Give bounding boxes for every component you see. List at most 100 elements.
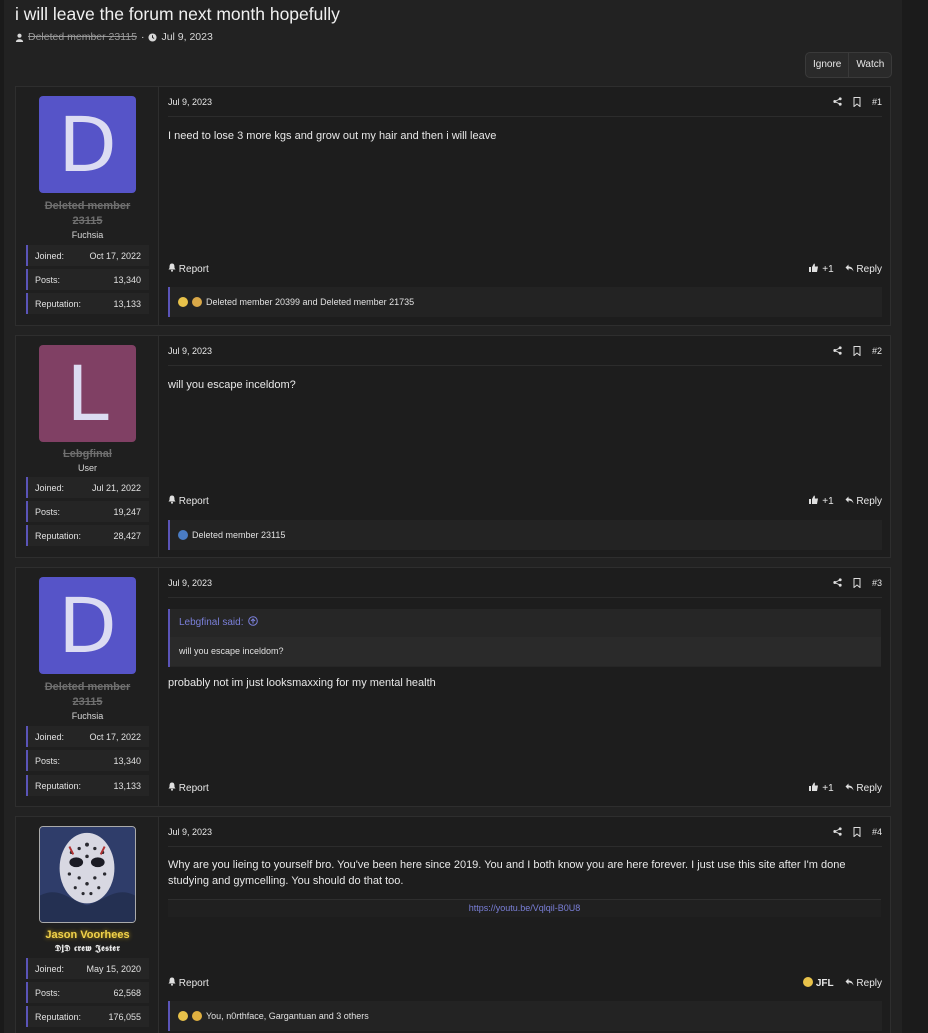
reply-label: Reply <box>856 495 882 507</box>
youtube-link[interactable]: https://youtu.be/Vqlqil-B0U8 <box>168 899 881 917</box>
reactions-text: You, n0rthface, Gargantuan and 3 others <box>206 1011 369 1021</box>
report-button[interactable]: Report <box>168 495 209 507</box>
stat-value: 13,133 <box>113 780 141 791</box>
stat-label: Reputation: <box>35 298 82 309</box>
reply-label: Reply <box>856 977 882 989</box>
share-icon[interactable] <box>833 578 842 587</box>
reply-button[interactable]: Reply <box>845 264 882 275</box>
stat-label: Reputation: <box>35 780 82 791</box>
plus-one-label: +1 <box>822 496 834 507</box>
post-body: will you escape inceldom? <box>168 379 296 391</box>
bookmark-icon[interactable] <box>853 577 861 588</box>
reactions-bar[interactable]: Deleted member 20399 and Deleted member … <box>168 287 882 317</box>
reply-icon <box>845 496 854 503</box>
post-header: Jul 9, 2023 #2 <box>168 336 882 366</box>
thread-date[interactable]: Jul 9, 2023 <box>161 31 212 43</box>
stat-label: Posts: <box>35 755 61 766</box>
report-button[interactable]: Report <box>168 263 209 275</box>
share-icon[interactable] <box>833 97 842 106</box>
post-date[interactable]: Jul 9, 2023 <box>168 97 212 107</box>
bookmark-icon[interactable] <box>853 345 861 356</box>
bookmark-icon[interactable] <box>853 96 861 107</box>
quote-author: Lebgfinal said: <box>179 617 244 628</box>
user-title: Fuchsia <box>71 230 104 240</box>
user-title: User <box>77 463 97 473</box>
user-icon <box>15 33 24 42</box>
bookmark-icon[interactable] <box>853 826 861 837</box>
bell-icon <box>168 782 176 791</box>
stat-label: Posts: <box>35 987 61 998</box>
bell-icon <box>168 977 176 986</box>
stat-label: Posts: <box>35 506 61 517</box>
post-date[interactable]: Jul 9, 2023 <box>168 578 212 588</box>
page: i will leave the forum next month hopefu… <box>4 0 902 1033</box>
user-cell: L Lebgfinal User Joined: Jul 21, 2022 Pos… <box>16 336 159 557</box>
stat-joined: Joined: Oct 17, 2022 <box>26 245 149 266</box>
reply-button[interactable]: Reply <box>845 978 882 989</box>
quote-block: Lebgfinal said: will you escape inceldom… <box>168 609 881 667</box>
scroll-gutter <box>902 0 928 1033</box>
stat-label: Reputation: <box>35 530 82 541</box>
stat-value: 28,427 <box>113 530 141 541</box>
stat-label: Posts: <box>35 274 61 285</box>
reply-icon <box>845 978 854 985</box>
avatar[interactable]: L <box>39 345 136 442</box>
user-cell: D Deleted member 23115 Fuchsia Joined: Oc… <box>16 87 159 325</box>
share-icon[interactable] <box>833 346 842 355</box>
thumbs-up-icon <box>809 495 819 504</box>
stat-joined: Joined: Jul 21, 2022 <box>26 477 149 498</box>
stat-value: 13,133 <box>113 298 141 309</box>
reactions-bar[interactable]: Deleted member 23115 <box>168 520 882 550</box>
stat-value: 62,568 <box>113 987 141 998</box>
plus-one-button[interactable]: +1 <box>809 495 834 507</box>
avatar[interactable] <box>39 826 136 923</box>
ignore-button[interactable]: Ignore <box>806 53 848 77</box>
post-header: Jul 9, 2023 #3 <box>168 568 882 598</box>
post-date[interactable]: Jul 9, 2023 <box>168 827 212 837</box>
username[interactable]: Lebgfinal <box>16 447 159 462</box>
stat-label: Joined: <box>35 250 65 261</box>
plus-one-button[interactable]: +1 <box>809 263 834 275</box>
jfl-reaction-button[interactable]: JFL <box>803 977 834 989</box>
plus-one-button[interactable]: +1 <box>809 782 834 794</box>
watch-button[interactable]: Watch <box>848 53 891 77</box>
thread-title: i will leave the forum next month hopefu… <box>15 4 340 24</box>
report-button[interactable]: Report <box>168 782 209 794</box>
post: D Deleted member 23115 Fuchsia Joined: Oc… <box>15 86 891 326</box>
post-header: Jul 9, 2023 #1 <box>168 87 882 117</box>
report-label: Report <box>178 783 209 794</box>
avatar[interactable]: D <box>39 96 136 193</box>
stat-value: 13,340 <box>113 274 141 285</box>
reply-button[interactable]: Reply <box>845 783 882 794</box>
post-number[interactable]: #4 <box>872 827 882 837</box>
meta-separator: · <box>140 31 145 43</box>
thread-author[interactable]: Deleted member 23115 <box>28 31 137 43</box>
jfl-label: JFL <box>815 978 834 989</box>
post-body: I need to lose 3 more kgs and grow out m… <box>168 130 497 142</box>
share-icon[interactable] <box>833 827 842 836</box>
stat-posts: Posts: 13,340 <box>26 269 149 290</box>
post-number[interactable]: #2 <box>872 346 882 356</box>
quote-header[interactable]: Lebgfinal said: <box>170 609 881 637</box>
post-header: Jul 9, 2023 #4 <box>168 817 882 847</box>
avatar[interactable]: D <box>39 577 136 674</box>
stat-joined: Joined: May 15, 2020 <box>26 958 149 979</box>
post-date[interactable]: Jul 9, 2023 <box>168 346 212 356</box>
report-button[interactable]: Report <box>168 977 209 989</box>
stat-label: Joined: <box>35 963 65 974</box>
username[interactable]: Deleted member 23115 <box>16 199 159 229</box>
reply-label: Reply <box>856 782 882 794</box>
laugh-emoji-icon <box>178 297 188 307</box>
arrow-up-circle-icon[interactable] <box>248 616 259 626</box>
username[interactable]: Deleted member 23115 <box>16 680 159 710</box>
reactions-bar[interactable]: You, n0rthface, Gargantuan and 3 others <box>168 1001 882 1031</box>
post-main: Jul 9, 2023 #1 I need to lose 3 more kgs… <box>159 87 890 325</box>
username[interactable]: Jason Voorhees <box>16 928 159 943</box>
cry-emoji-icon <box>192 297 202 307</box>
post-number[interactable]: #1 <box>872 97 882 107</box>
like-emoji-icon <box>178 530 188 540</box>
reply-button[interactable]: Reply <box>845 496 882 507</box>
hockey-mask-avatar-icon <box>40 827 135 922</box>
stat-reputation: Reputation: 13,133 <box>26 775 149 796</box>
post-number[interactable]: #3 <box>872 578 882 588</box>
